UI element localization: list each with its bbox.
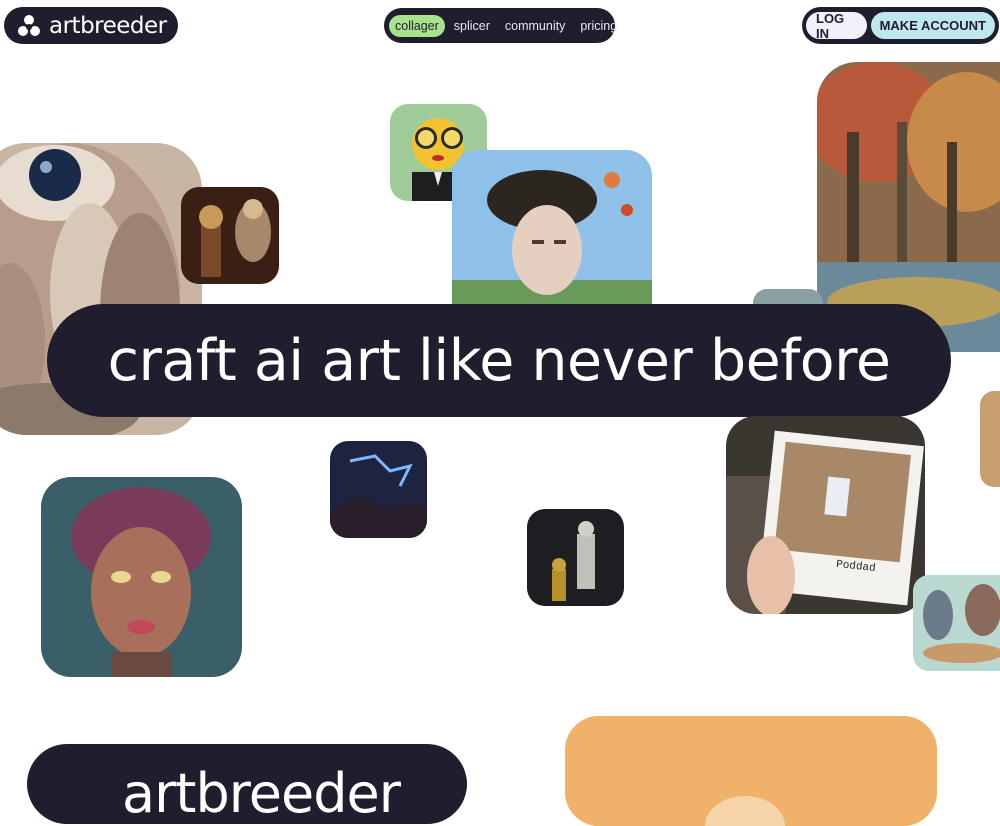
logo[interactable]: artbreeder <box>4 7 178 44</box>
login-button[interactable]: LOG IN <box>806 11 867 41</box>
gallery-image-polaroid[interactable]: Poddad <box>726 416 925 614</box>
gallery-image-portrait[interactable] <box>41 477 242 677</box>
feature-card[interactable] <box>565 716 937 826</box>
make-account-button[interactable]: MAKE ACCOUNT <box>870 12 995 39</box>
nav-item-pricing[interactable]: pricing <box>574 15 623 37</box>
gallery-image-edge[interactable] <box>980 391 1000 487</box>
gallery-image-creatures[interactable] <box>913 575 1000 671</box>
hero-banner: craft ai art like never before <box>47 304 951 417</box>
gallery-image-knights[interactable] <box>527 509 624 606</box>
nav-item-community[interactable]: community <box>499 15 571 37</box>
footer-logo-banner: artbreeder <box>27 744 467 824</box>
artbreeder-logo-icon <box>18 14 40 36</box>
gallery-image-lightning[interactable] <box>330 441 427 538</box>
auth-controls: LOG IN MAKE ACCOUNT <box>802 7 999 44</box>
nav-item-collager[interactable]: collager <box>389 14 445 37</box>
logo-text: artbreeder <box>49 12 167 39</box>
feature-card-art <box>565 716 937 826</box>
footer-logo-text: artbreeder <box>122 762 401 824</box>
gallery-image-still-life[interactable] <box>181 187 279 284</box>
main-nav: collager splicer community pricing <box>384 8 617 43</box>
gallery-image-painted-face[interactable] <box>452 150 652 304</box>
hero-headline: craft ai art like never before <box>107 327 891 394</box>
nav-item-splicer[interactable]: splicer <box>448 15 496 37</box>
